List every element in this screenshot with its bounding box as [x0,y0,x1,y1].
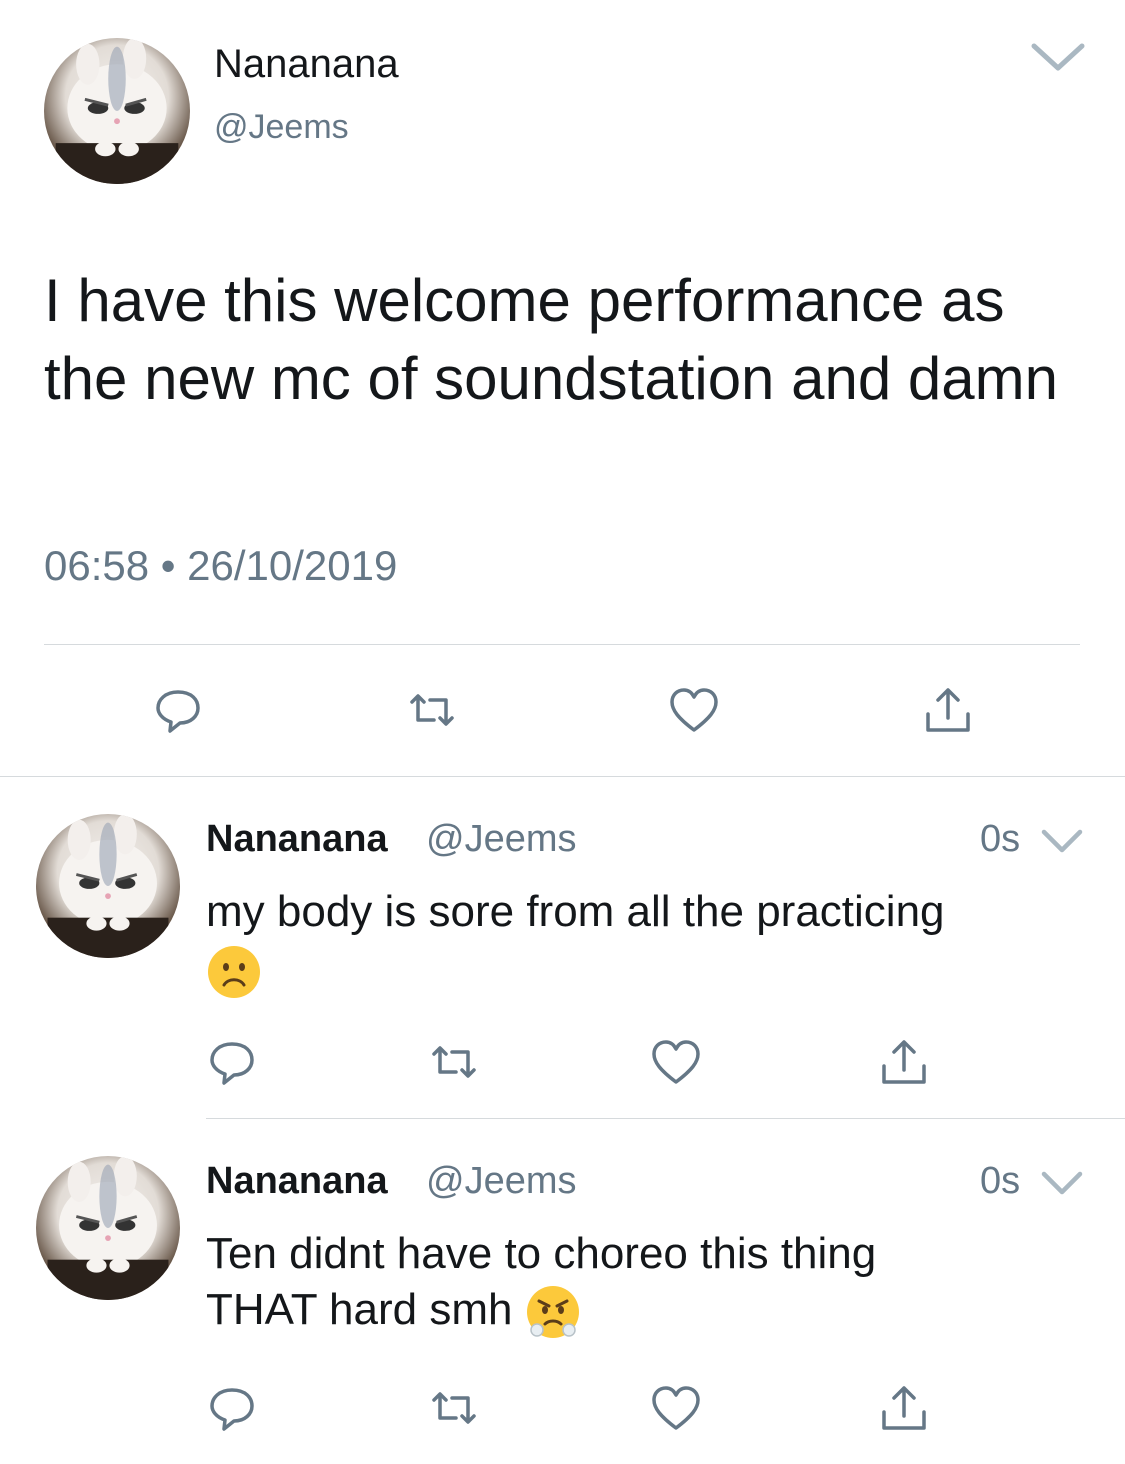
reply-text-content: my body is sore from all the practicing [206,887,945,936]
chevron-down-icon[interactable] [1030,40,1086,76]
reply-display-name[interactable]: Nananana [206,1160,388,1203]
share-icon[interactable] [874,1032,934,1092]
share-icon[interactable] [874,1378,934,1438]
reply-handle[interactable]: @Jeems [426,818,577,861]
main-avatar[interactable] [44,38,190,184]
reply-display-name[interactable]: Nananana [206,818,388,861]
like-icon[interactable] [646,1378,706,1438]
divider [44,644,1080,645]
reply-text: Ten didnt have to choreo this thing THAT… [206,1226,986,1340]
divider [206,1118,1125,1119]
like-icon[interactable] [646,1032,706,1092]
steam-from-nose-emoji [526,1286,579,1339]
reply-avatar[interactable] [36,1156,180,1300]
reply-time: 0s [980,1160,1021,1202]
retweet-icon[interactable] [424,1378,484,1438]
share-icon[interactable] [918,680,978,740]
main-tweet-text: I have this welcome performance as the n… [44,267,1058,412]
chevron-down-icon[interactable] [1040,1168,1084,1198]
main-handle[interactable]: @Jeems [214,108,349,147]
reply-avatar[interactable] [36,814,180,958]
bunny-avatar-icon [47,814,169,958]
reply-icon[interactable] [202,1378,262,1438]
like-icon[interactable] [664,680,724,740]
reply-handle[interactable]: @Jeems [426,1160,577,1203]
reply-time: 0s [980,818,1021,860]
reply-text: my body is sore from all the practicing [206,884,1086,1000]
retweet-icon[interactable] [424,1032,484,1092]
divider [0,776,1125,777]
bunny-avatar-icon [55,38,179,184]
bunny-avatar-icon [47,1156,169,1300]
retweet-icon[interactable] [402,680,462,740]
main-display-name[interactable]: Nananana [214,42,399,87]
main-timestamp: 06:58 • 26/10/2019 [44,542,398,589]
reply-icon[interactable] [148,680,208,740]
frowning-face-emoji [208,946,260,999]
reply-icon[interactable] [202,1032,262,1092]
chevron-down-icon[interactable] [1040,826,1084,856]
